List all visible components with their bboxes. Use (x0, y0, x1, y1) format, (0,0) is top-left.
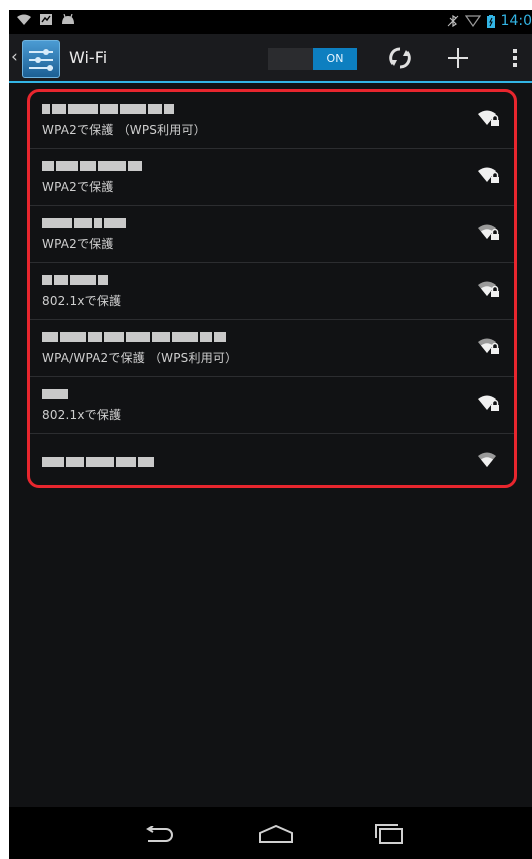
home-button[interactable] (256, 821, 296, 847)
wifi-signal-locked-icon (478, 167, 499, 183)
navigation-bar (9, 807, 532, 859)
wifi-network-item[interactable]: WPA/WPA2で保護 （WPS利用可） (30, 320, 514, 377)
android-icon (62, 14, 74, 24)
ssid-redacted (42, 103, 174, 115)
add-network-button[interactable] (443, 44, 473, 72)
settings-app-icon[interactable] (22, 40, 60, 78)
security-label: WPA2で保護 (42, 180, 114, 194)
ssid-redacted (42, 217, 126, 229)
security-label: WPA2で保護 （WPS利用可） (42, 123, 206, 137)
wifi-signal-locked-icon (478, 224, 499, 240)
battery-icon (486, 14, 495, 28)
add-network-icon (448, 48, 468, 68)
device-screen: 14:0 ‹ Wi-Fi ON WPA2で保護 （WPS利用可） WPA2で保護… (9, 10, 532, 859)
wifi-toggle[interactable]: ON (268, 48, 357, 70)
wifi-signal-locked-icon (478, 110, 499, 126)
wifi-network-item[interactable] (30, 434, 514, 491)
page-title: Wi-Fi (69, 48, 108, 67)
wifi-toggle-on-label: ON (313, 48, 357, 70)
wifi-network-item[interactable]: WPA2で保護 (30, 206, 514, 263)
wifi-status-icon (17, 14, 31, 25)
security-label: WPA2で保護 (42, 237, 114, 251)
wifi-signal-icon (478, 452, 496, 467)
security-label: 802.1xで保護 (42, 294, 122, 308)
back-icon (146, 826, 173, 842)
clock: 14:0 (500, 13, 532, 29)
security-label: WPA/WPA2で保護 （WPS利用可） (42, 351, 238, 365)
security-label: 802.1xで保護 (42, 408, 122, 422)
wifi-signal-locked-icon (478, 338, 499, 354)
ssid-redacted (42, 160, 142, 172)
up-navigation-icon[interactable]: ‹ (11, 47, 18, 67)
ssid-redacted (42, 388, 68, 400)
wifi-network-list: WPA2で保護 （WPS利用可） WPA2で保護 WPA2で保護 802.1xで… (27, 89, 517, 488)
overflow-menu-button[interactable] (505, 44, 525, 72)
notification-icon (40, 14, 52, 25)
wifi-network-item[interactable]: WPA2で保護 （WPS利用可） (30, 92, 514, 149)
wifi-signal-locked-icon (478, 395, 499, 411)
wifi-network-item[interactable]: 802.1xで保護 (30, 263, 514, 320)
back-button[interactable] (139, 821, 179, 847)
wps-button[interactable] (383, 44, 417, 72)
wifi-network-item[interactable]: 802.1xで保護 (30, 377, 514, 434)
ssid-redacted (42, 456, 154, 468)
ssid-redacted (42, 274, 108, 286)
home-icon (259, 825, 293, 843)
overflow-menu-icon (513, 49, 517, 67)
wifi-signal-locked-icon (478, 281, 499, 297)
bluetooth-muted-icon (447, 15, 458, 27)
wps-icon (389, 47, 411, 69)
wifi-network-item[interactable]: WPA2で保護 (30, 149, 514, 206)
signal-icon (464, 15, 481, 27)
action-bar: ‹ Wi-Fi ON (9, 34, 532, 83)
recent-apps-button[interactable] (370, 821, 410, 847)
ssid-redacted (42, 331, 226, 343)
recent-apps-icon (375, 824, 403, 844)
status-bar: 14:0 (9, 10, 532, 34)
